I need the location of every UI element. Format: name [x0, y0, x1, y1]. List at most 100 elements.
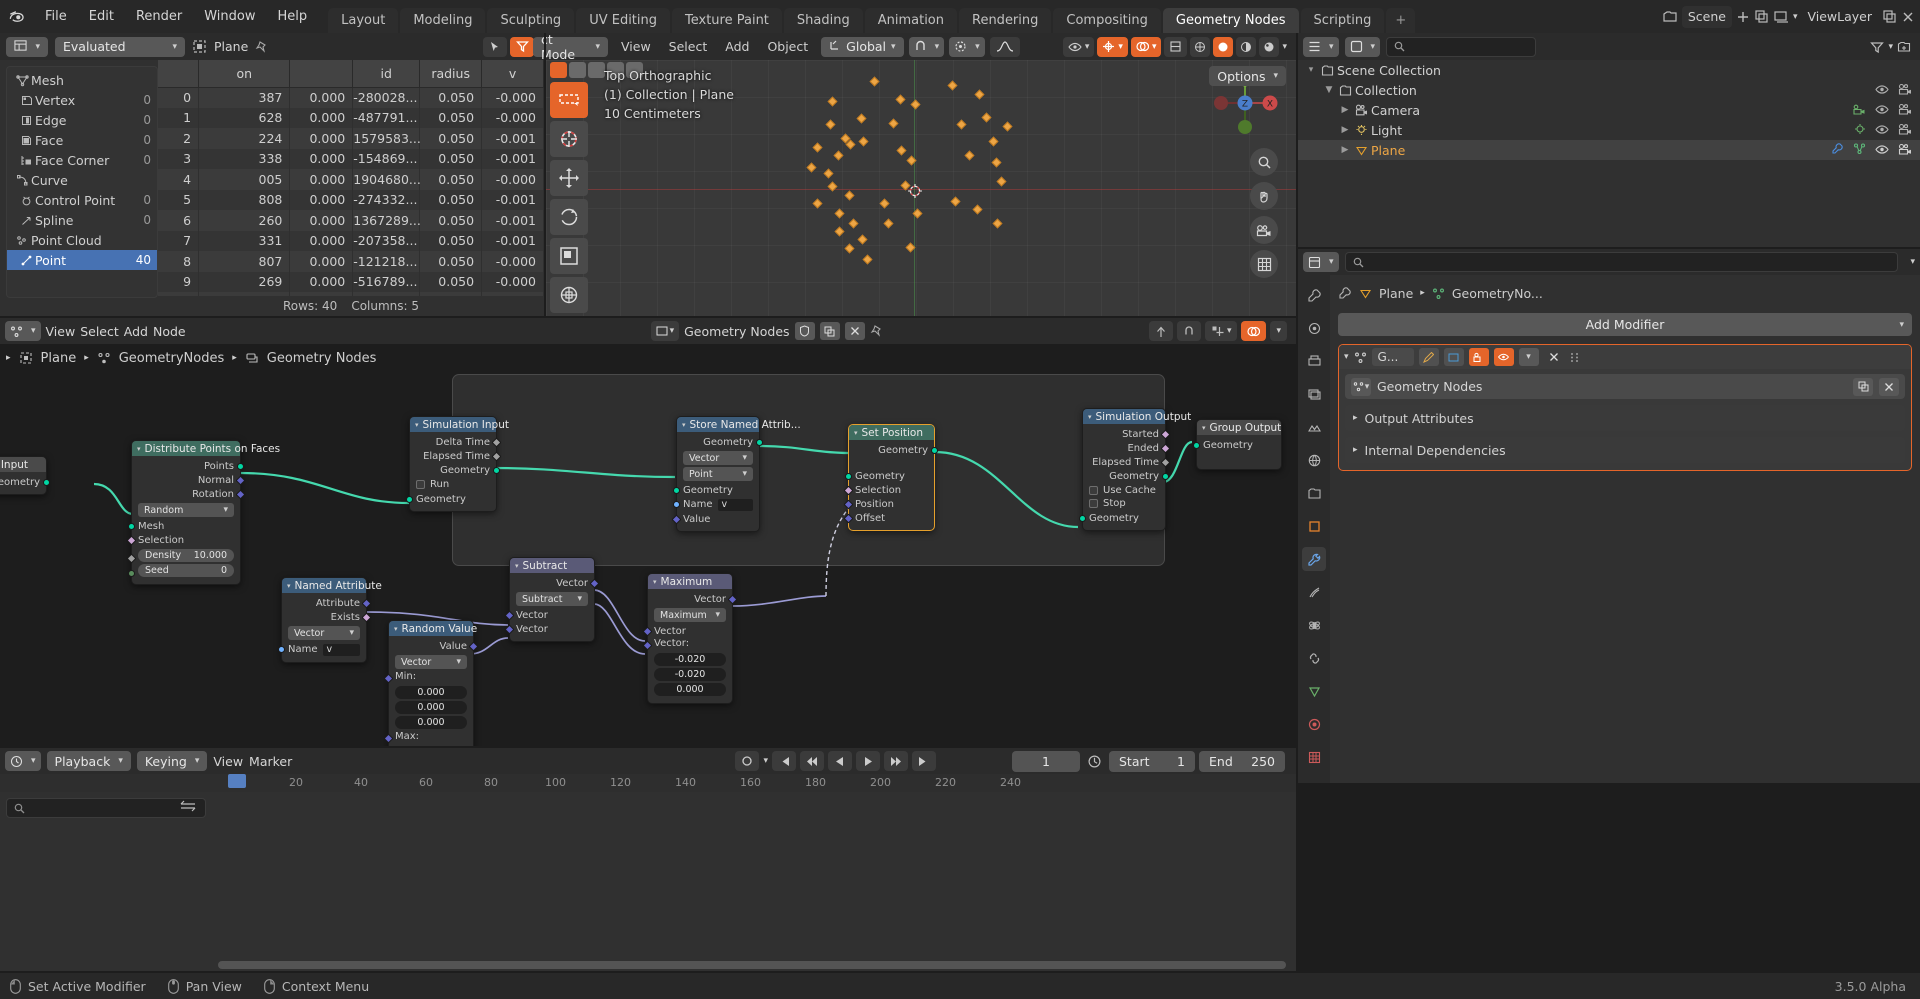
node-subtract[interactable]: ▾ Subtract Vector Subtract ▾ Vector Vector — [504, 557, 600, 642]
viewlayer-selector[interactable]: ViewLayer — [1801, 6, 1878, 28]
properties-tab-modifier[interactable] — [1302, 547, 1326, 571]
node-input-geometry[interactable]: Geometry — [845, 469, 934, 483]
node-output-value[interactable]: Value — [389, 639, 479, 653]
properties-tab-viewlayer[interactable] — [1302, 382, 1326, 406]
node-header[interactable]: ▾ Distribute Points on Faces — [132, 441, 280, 456]
table-row[interactable]: 4 005 0.000 1904680... 0.050 -0.000 — [158, 169, 544, 190]
falloff-curve-icon[interactable] — [989, 36, 1020, 57]
name-input[interactable]: v — [322, 643, 360, 656]
viewport-menu-object[interactable]: Object — [759, 34, 816, 60]
select-mode-extend-icon[interactable] — [569, 62, 586, 78]
jump-start-icon[interactable] — [772, 751, 796, 771]
current-frame-field[interactable]: 1 — [1012, 750, 1080, 772]
tree-item-control-point[interactable]: Control Point 0 — [7, 190, 157, 210]
vector-x-field[interactable]: -0.020 — [654, 653, 726, 666]
menu-help[interactable]: Help — [267, 0, 319, 33]
tree-item-face-corner[interactable]: Face Corner 0 — [7, 150, 157, 170]
properties-tab-collection[interactable] — [1302, 481, 1326, 505]
node-output-normal[interactable]: Normal — [132, 473, 246, 487]
properties-tab-render[interactable] — [1302, 316, 1326, 340]
toggle-orthographic-icon[interactable] — [1250, 250, 1278, 278]
outliner-item-light[interactable]: ▶ Light — [1298, 120, 1920, 140]
node-data-type-enum[interactable]: Vector ▾ — [395, 655, 467, 669]
node-data-type-enum[interactable]: Vector ▾ — [288, 626, 360, 640]
node-pin-icon[interactable] — [870, 324, 884, 338]
node-header[interactable]: ▾ Named Attribute — [282, 578, 382, 593]
modifier-icon[interactable] — [1831, 142, 1844, 158]
node-data-type-enum[interactable]: Vector ▾ — [683, 451, 753, 465]
node-tree-shield-icon[interactable] — [794, 322, 815, 340]
next-keyframe-icon[interactable] — [884, 751, 908, 771]
modifier-section-output-attributes[interactable]: ▸ Output Attributes — [1345, 405, 1905, 431]
node-menu-add[interactable]: Add — [124, 324, 148, 339]
properties-tab-constraints[interactable] — [1302, 646, 1326, 670]
menu-file[interactable]: File — [34, 0, 78, 33]
camera-icon[interactable] — [1898, 83, 1912, 98]
prev-keyframe-icon[interactable] — [800, 751, 824, 771]
node-output-vector[interactable]: Vector — [648, 592, 738, 606]
area-separator[interactable] — [0, 971, 1920, 973]
overlay-toggle[interactable]: ▾ — [1130, 36, 1162, 57]
socket-geometry[interactable] — [845, 472, 852, 480]
copy-scene-icon[interactable] — [1754, 9, 1769, 24]
area-separator[interactable] — [0, 316, 1296, 318]
grip-icon[interactable] — [1569, 348, 1581, 366]
node-overlay-icon[interactable] — [1241, 321, 1267, 341]
workspace-tab-compositing[interactable]: Compositing — [1053, 8, 1161, 33]
add-modifier-button[interactable]: Add Modifier ▾ — [1338, 313, 1912, 336]
node-checkbox-stop[interactable]: Stop — [1089, 498, 1159, 509]
workspace-tab-add[interactable]: + — [1386, 8, 1416, 33]
area-separator[interactable] — [544, 33, 546, 316]
select-mode-set-icon[interactable] — [550, 62, 567, 78]
properties-editor-type-icon[interactable]: ▾ — [1303, 252, 1339, 272]
socket-float[interactable] — [126, 553, 137, 563]
node-input-vector-a[interactable]: Vector — [642, 624, 732, 638]
node-group-output[interactable]: ▾ Group Output Geometry — [1193, 419, 1282, 470]
node-header[interactable]: ▾ Set Position — [849, 425, 934, 440]
properties-tab-particles[interactable] — [1302, 580, 1326, 604]
node-input-geometry[interactable]: Geometry — [406, 492, 496, 506]
table-row[interactable]: 9 269 0.000 -516789... 0.050 -0.000 — [158, 271, 544, 292]
col-header-blank[interactable] — [289, 60, 354, 88]
node-input-value[interactable]: Value — [671, 512, 759, 526]
node-header[interactable]: ▾ Simulation Output — [1083, 409, 1191, 424]
shading-material-icon[interactable] — [1236, 36, 1257, 57]
node-tree-name[interactable]: Geometry Nodes — [684, 324, 789, 339]
node-output-geometry[interactable]: Geometry — [0, 475, 50, 489]
table-row[interactable]: 5 808 0.000 -274332... 0.050 -0.001 — [158, 189, 544, 210]
node-group-name[interactable]: Geometry Nodes — [1377, 379, 1847, 394]
node-header[interactable]: ▾ Random Value — [389, 621, 477, 636]
chevron-down-icon[interactable]: ▾ — [1344, 352, 1349, 362]
new-viewlayer-icon[interactable] — [1882, 9, 1897, 24]
node-distribute-points-on-faces[interactable]: ▾ Distribute Points on Faces Points Norma… — [126, 440, 280, 585]
node-checkbox-run[interactable]: Run — [416, 479, 490, 490]
shading-wireframe-icon[interactable] — [1190, 36, 1211, 57]
socket-vector[interactable] — [235, 475, 246, 485]
editor-type-selector[interactable]: ▾ — [6, 36, 48, 57]
node-input-position[interactable]: Position — [843, 497, 934, 511]
outliner-item-plane[interactable]: ▶ Plane — [1298, 140, 1920, 160]
camera-data-icon[interactable] — [1853, 103, 1866, 118]
node-tree-unlink-icon[interactable] — [844, 322, 865, 340]
zoom-icon[interactable] — [1250, 148, 1278, 176]
node-output-elapsed-time[interactable]: Elapsed Time — [1083, 455, 1171, 469]
node-maximum[interactable]: ▾ Maximum Vector Maximum ▾ Vector Vector: … — [642, 573, 738, 704]
socket-vector[interactable] — [504, 624, 515, 634]
tool-tweak-select-box[interactable] — [550, 82, 588, 118]
timeline-swap-icon[interactable] — [180, 800, 196, 815]
node-domain-enum[interactable]: Point ▾ — [683, 467, 753, 481]
node-output-delta-time[interactable]: Delta Time — [410, 435, 502, 449]
properties-tab-tool[interactable] — [1302, 283, 1326, 307]
camera-icon[interactable] — [1898, 103, 1912, 118]
breadcrumb-modifier[interactable]: GeometryNo... — [1452, 286, 1543, 301]
properties-tab-texture[interactable] — [1302, 745, 1326, 769]
timeline-scrollbar[interactable] — [218, 961, 1286, 969]
node-input-vector-a[interactable]: Vector — [504, 608, 594, 622]
socket-vector[interactable] — [468, 641, 479, 651]
workspace-tab-sculpting[interactable]: Sculpting — [487, 8, 575, 33]
workspace-tab-shading[interactable]: Shading — [783, 8, 863, 33]
min-x-field[interactable]: 0.000 — [395, 686, 467, 699]
vector-y-field[interactable]: -0.020 — [654, 668, 726, 681]
node-overlay-dropdown-icon[interactable]: ▾ — [1270, 321, 1287, 341]
node-simulation-output[interactable]: ▾ Simulation Output Started Ended Elapsed… — [1079, 408, 1191, 531]
